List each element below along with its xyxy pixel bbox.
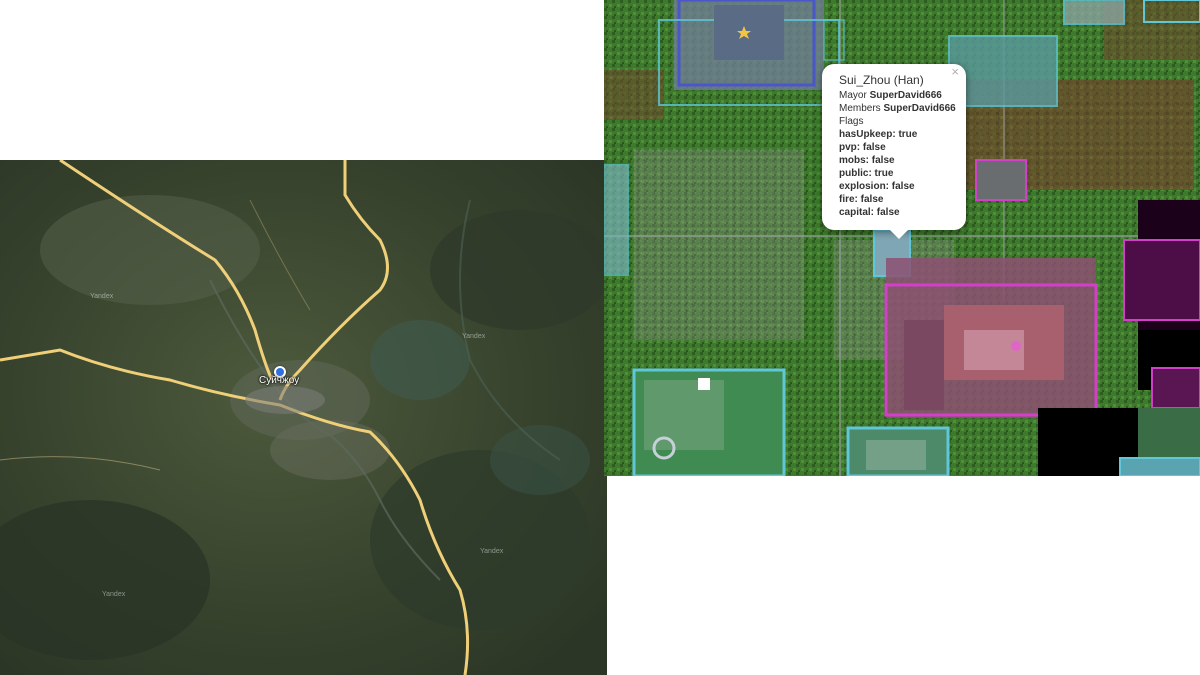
close-icon[interactable]: ×	[951, 65, 959, 78]
members-label: Members	[839, 103, 881, 114]
mayor-value: SuperDavid666	[869, 90, 942, 101]
yandex-watermark: Yandex	[462, 333, 486, 340]
members-row: Members SuperDavid666	[839, 102, 956, 115]
flag-item: hasUpkeep: true	[839, 129, 918, 140]
flag-item: mobs: false	[839, 155, 895, 166]
city-label: Суйчжоу	[259, 375, 300, 386]
flag-item: fire: false	[839, 194, 884, 205]
yandex-watermark: Yandex	[480, 548, 504, 555]
flag-item: capital: false	[839, 207, 900, 218]
yandex-watermark: Yandex	[102, 591, 126, 598]
members-value: SuperDavid666	[883, 103, 956, 114]
mayor-label: Mayor	[839, 90, 867, 101]
satellite-imagery	[0, 160, 607, 675]
flag-item: explosion: false	[839, 181, 915, 192]
mayor-row: Mayor SuperDavid666	[839, 89, 956, 102]
flags-label: Flags	[839, 116, 864, 127]
yandex-watermark: Yandex	[90, 293, 114, 300]
satellite-map[interactable]: Yandex Yandex Yandex Yandex	[0, 160, 607, 675]
flag-item: public: true	[839, 168, 894, 179]
town-name: Sui_Zhou (Han)	[839, 73, 924, 87]
town-info-popup: × Sui_Zhou (Han) Mayor SuperDavid666 Mem…	[822, 64, 966, 239]
flag-item: pvp: false	[839, 142, 886, 153]
